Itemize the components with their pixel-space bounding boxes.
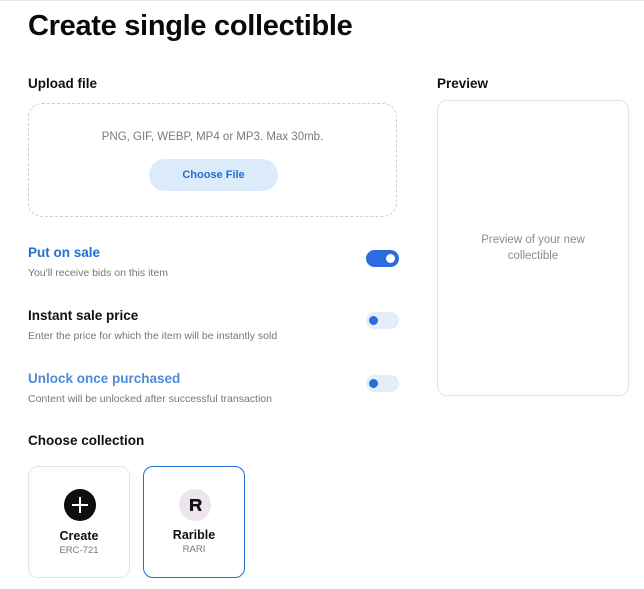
unlock-once-purchased-toggle[interactable] [366, 375, 399, 392]
unlock-once-purchased-subtitle: Content will be unlocked after successfu… [28, 393, 272, 405]
preview-label: Preview [437, 76, 489, 91]
collection-name: Create [59, 529, 99, 543]
preview-placeholder: Preview of your new collectible [481, 234, 585, 262]
upload-hint: PNG, GIF, WEBP, MP4 or MP3. Max 30mb. [101, 131, 324, 143]
preview-panel: Preview of your new collectible [437, 100, 629, 396]
collection-card-create[interactable]: Create ERC-721 [28, 466, 130, 578]
unlock-once-purchased-title: Unlock once purchased [28, 371, 181, 386]
toggle-knob [386, 254, 395, 263]
page-title: Create single collectible [28, 10, 353, 42]
instant-sale-price-subtitle: Enter the price for which the item will … [28, 330, 278, 342]
collection-subtitle: ERC-721 [59, 545, 99, 556]
toggle-knob [369, 316, 378, 325]
upload-file-label: Upload file [28, 76, 98, 91]
plus-icon [64, 489, 96, 521]
instant-sale-price-toggle[interactable] [366, 312, 399, 329]
put-on-sale-title: Put on sale [28, 245, 101, 260]
collection-name: Rarible [172, 528, 216, 542]
collection-card-rarible[interactable]: Rarible RARI [143, 466, 245, 578]
top-divider [0, 0, 644, 1]
put-on-sale-toggle[interactable] [366, 250, 399, 267]
upload-dropzone[interactable]: PNG, GIF, WEBP, MP4 or MP3. Max 30mb. Ch… [28, 103, 397, 217]
choose-file-button[interactable]: Choose File [149, 159, 278, 191]
instant-sale-price-title: Instant sale price [28, 308, 139, 323]
put-on-sale-subtitle: You'll receive bids on this item [28, 267, 168, 279]
choose-collection-label: Choose collection [28, 433, 145, 448]
rarible-logo-icon [179, 489, 211, 521]
toggle-knob [369, 379, 378, 388]
collection-subtitle: RARI [182, 544, 206, 555]
